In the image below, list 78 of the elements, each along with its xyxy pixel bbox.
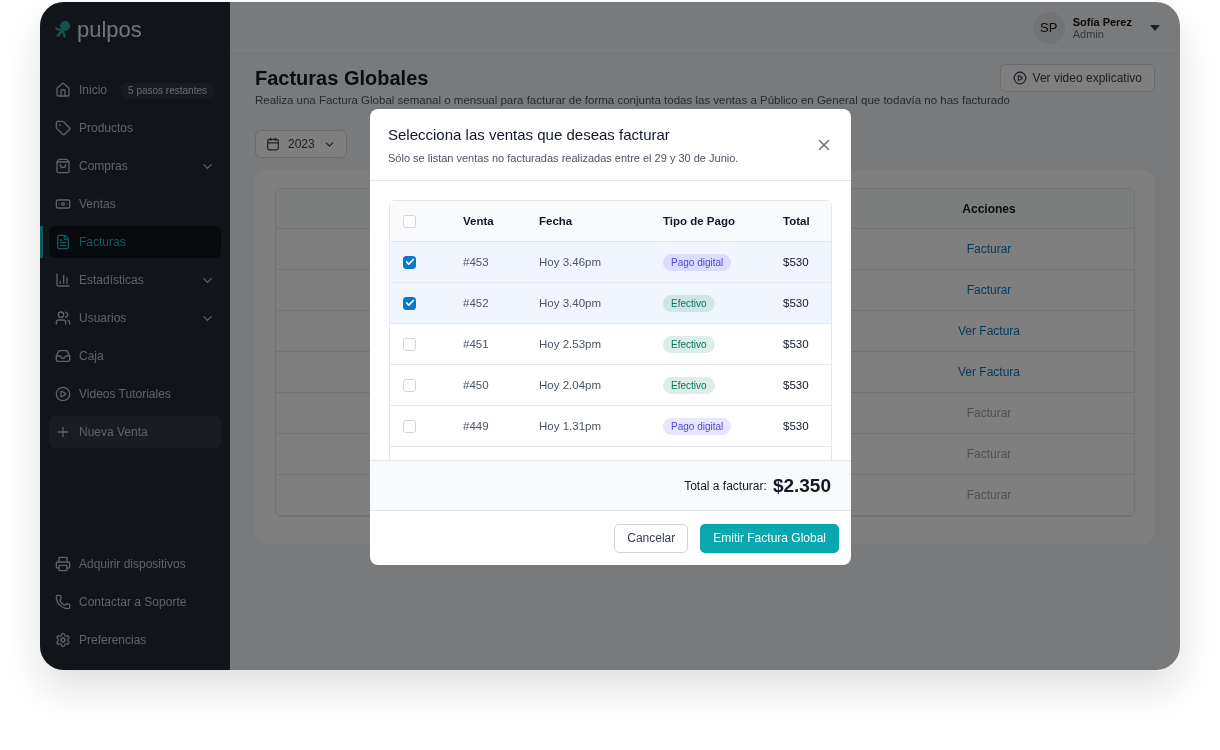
cash-icon bbox=[55, 196, 71, 212]
table-cell-text: #450 bbox=[463, 379, 490, 391]
row-checkbox[interactable] bbox=[403, 255, 416, 269]
table-cell-text: $530 bbox=[783, 420, 810, 432]
user-role: Admin bbox=[1072, 27, 1105, 40]
sidebar-item[interactable]: Caja bbox=[49, 340, 221, 372]
column-header: Tipo de Pago bbox=[663, 215, 736, 227]
table-cell-text: Hoy 3.46pm bbox=[539, 256, 602, 268]
column-header: Total bbox=[783, 215, 811, 227]
payment-tag: Efectivo bbox=[663, 335, 715, 353]
sidebar-item[interactable]: Ventas bbox=[49, 188, 221, 220]
brand-name: pulpos bbox=[77, 17, 142, 43]
bag-icon bbox=[55, 158, 71, 174]
table-cell-text: Hoy 2.53pm bbox=[539, 338, 602, 350]
page-subtitle: Realiza una Factura Global semanal o mensual para facturar de forma conjunta todas las ventas a Público en General que todavía no has facturado bbox=[255, 94, 1011, 106]
dropdown-caret-icon[interactable] bbox=[1150, 24, 1160, 31]
user-name: Sofía Perez bbox=[1072, 15, 1132, 28]
column-header: Venta bbox=[463, 215, 495, 227]
confirm-button[interactable]: Emitir Factura Global bbox=[700, 523, 839, 553]
column-header: Acciones bbox=[961, 201, 1017, 216]
video-button[interactable]: Ver video explicativo bbox=[999, 64, 1155, 92]
sidebar-item[interactable]: Compras bbox=[49, 150, 221, 182]
payment-tag: Efectivo bbox=[663, 294, 715, 312]
table-cell-text: Hoy 3.40pm bbox=[539, 297, 602, 309]
action-link[interactable]: Facturar bbox=[966, 242, 1012, 256]
bar-chart-icon bbox=[55, 272, 71, 288]
user-avatar[interactable]: SP bbox=[1032, 11, 1065, 44]
sidebar-item[interactable]: Preferencias bbox=[49, 624, 221, 656]
sidebar-item[interactable]: Videos Tutoriales bbox=[49, 378, 221, 410]
calendar-icon bbox=[266, 137, 280, 151]
selection-indicator bbox=[40, 226, 43, 258]
tray-icon bbox=[55, 348, 71, 364]
sidebar-item[interactable]: Inicio 5 pasos restantes bbox=[49, 74, 221, 106]
payment-tag: Pago digital bbox=[663, 417, 732, 435]
table-cell-text: $530 bbox=[783, 379, 810, 391]
play-icon bbox=[55, 386, 71, 402]
tag-icon bbox=[55, 120, 71, 136]
row-checkbox[interactable] bbox=[403, 296, 416, 310]
sidebar-item[interactable]: Nueva Venta bbox=[49, 416, 221, 448]
table-cell-text: #452 bbox=[463, 297, 490, 309]
payment-tag: Efectivo bbox=[663, 376, 715, 394]
octopus-logo-icon bbox=[53, 20, 73, 40]
users-icon bbox=[55, 310, 71, 326]
modal-subtitle: Sólo se listan ventas no facturadas realizadas entre el 29 y 30 de Junio. bbox=[388, 152, 739, 164]
sidebar-item[interactable]: Productos bbox=[49, 112, 221, 144]
sidebar-item[interactable]: Usuarios bbox=[49, 302, 221, 334]
table-cell-text: #451 bbox=[463, 338, 490, 350]
action-link[interactable]: Ver Factura bbox=[958, 365, 1020, 379]
year-filter[interactable]: 2023 bbox=[255, 130, 347, 158]
page-title: Facturas Globales bbox=[255, 66, 429, 90]
steps-badge: 5 pasos restantes bbox=[120, 82, 215, 98]
table-cell-text: #449 bbox=[463, 420, 490, 432]
column-header: Fecha bbox=[539, 215, 574, 227]
modal-title: Selecciona las ventas que deseas facturar bbox=[388, 126, 671, 143]
document-icon bbox=[55, 234, 71, 250]
payment-tag: Pago digital bbox=[663, 253, 732, 271]
select-all-checkbox[interactable] bbox=[403, 214, 416, 228]
plus-icon bbox=[55, 424, 71, 440]
table-cell-text: $530 bbox=[783, 256, 810, 268]
table-cell-text: $530 bbox=[783, 297, 810, 309]
sidebar-item[interactable]: Facturas bbox=[49, 226, 221, 258]
table-cell-text: Hoy 2.04pm bbox=[539, 379, 602, 391]
printer-icon bbox=[55, 556, 71, 572]
settings-icon bbox=[55, 632, 71, 648]
sidebar-item[interactable]: Estadísticas bbox=[49, 264, 221, 296]
table-cell-text: Hoy 1.31pm bbox=[539, 420, 602, 432]
total-value: $2.350 bbox=[772, 474, 831, 497]
sidebar-item[interactable]: Contactar a Soporte bbox=[49, 586, 221, 618]
cancel-button[interactable]: Cancelar bbox=[614, 523, 689, 553]
table-cell-text: $530 bbox=[783, 338, 810, 350]
house-icon bbox=[55, 82, 71, 98]
total-label: Total a facturar: bbox=[684, 478, 767, 493]
table-cell-text: #453 bbox=[463, 256, 490, 268]
action-link[interactable]: Facturar bbox=[966, 283, 1012, 297]
phone-icon bbox=[55, 594, 71, 610]
play-icon bbox=[1012, 71, 1027, 85]
sidebar-item[interactable]: Adquirir dispositivos bbox=[49, 548, 221, 580]
action-link[interactable]: Ver Factura bbox=[958, 324, 1020, 338]
